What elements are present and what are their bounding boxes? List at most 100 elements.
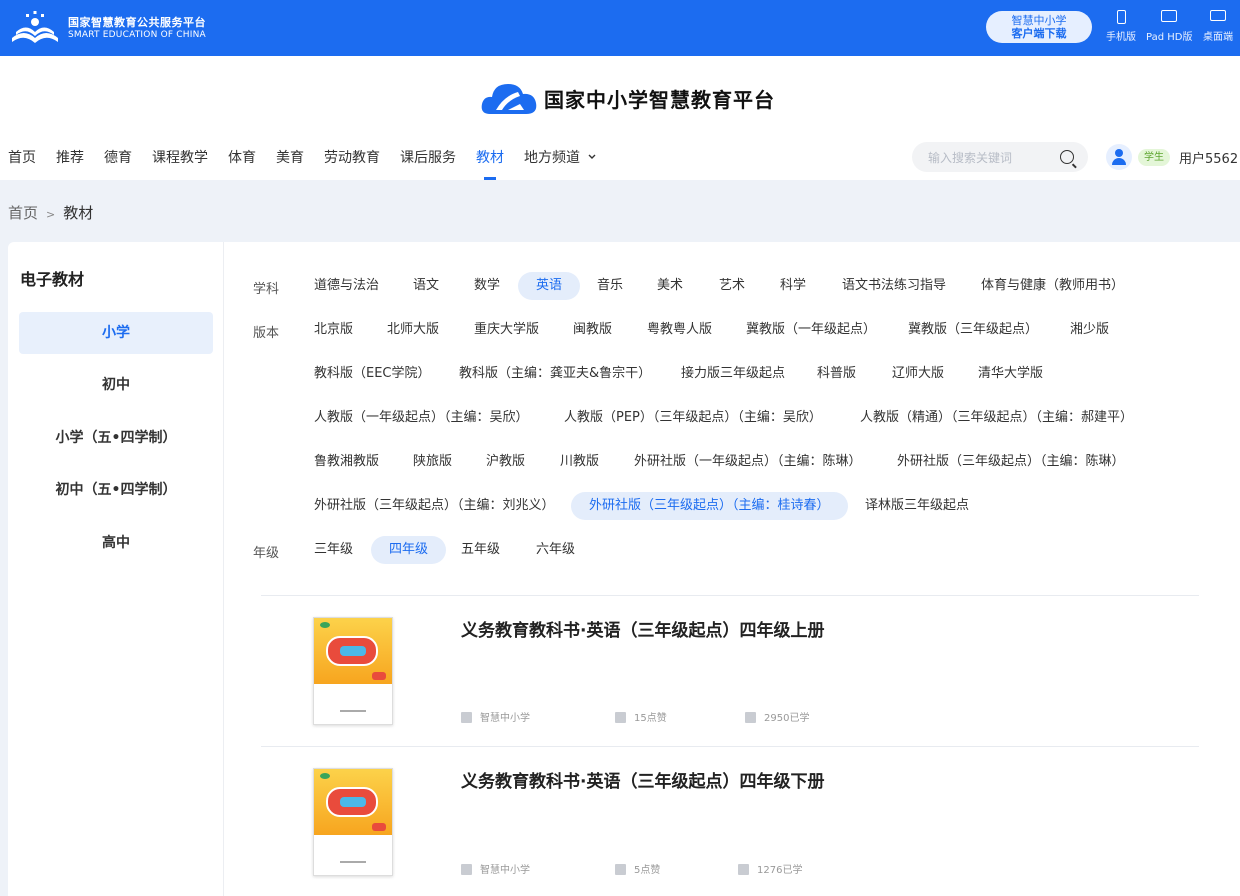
book-title[interactable]: 义务教育教科书·英语（三年级起点）四年级下册 (461, 767, 824, 792)
edition-chip[interactable]: 教科版（EEC学院） (314, 360, 431, 388)
subject-chip[interactable]: 数学 (474, 272, 500, 300)
book-title[interactable]: 义务教育教科书·英语（三年级起点）四年级上册 (461, 616, 824, 641)
header: 国家中小学智慧教育平台 首页 推荐 德育 课程教学 体育 美育 劳动教育 课后服… (0, 56, 1240, 180)
edition-chip[interactable]: 重庆大学版 (474, 316, 539, 344)
device-pad[interactable]: Pad HD版 (1146, 10, 1192, 43)
brand[interactable]: 国家中小学智慧教育平台 (480, 76, 775, 120)
subject-chip[interactable]: 音乐 (597, 272, 623, 300)
sidebar-title: 电子教材 (20, 270, 85, 289)
nav-recommend[interactable]: 推荐 (56, 144, 84, 180)
edition-chip[interactable]: 沪教版 (486, 448, 525, 476)
breadcrumb-home[interactable]: 首页 (8, 204, 38, 222)
edition-chip[interactable]: 清华大学版 (978, 360, 1043, 388)
book-cover[interactable] (313, 617, 393, 725)
subject-chip-active[interactable]: 英语 (518, 272, 581, 300)
edition-chip[interactable]: 鲁教湘教版 (314, 448, 379, 476)
nav-arts[interactable]: 美育 (276, 144, 304, 180)
org-name[interactable]: 国家智慧教育公共服务平台 SMART EDUCATION OF CHINA (68, 16, 206, 42)
like-icon (615, 864, 626, 875)
book-publisher-text: 智慧中小学 (480, 865, 530, 876)
subject-chip[interactable]: 艺术 (719, 272, 745, 300)
edition-chip[interactable]: 冀教版（三年级起点） (908, 316, 1038, 344)
edition-chip[interactable]: 湘少版 (1070, 316, 1109, 344)
breadcrumb: 首页 > 教材 (8, 202, 93, 223)
edition-chip[interactable]: 译林版三年级起点 (865, 492, 969, 520)
subject-chip[interactable]: 语文 (413, 272, 439, 300)
grade-chip-active[interactable]: 四年级 (371, 536, 447, 564)
edition-chip[interactable]: 北京版 (314, 316, 353, 344)
book-likes-text: 15点赞 (634, 713, 667, 724)
edition-chip[interactable]: 闽教版 (573, 316, 612, 344)
org-name-en: SMART EDUCATION OF CHINA (68, 30, 206, 40)
nav-sports[interactable]: 体育 (228, 144, 256, 180)
nav-labor[interactable]: 劳动教育 (324, 144, 380, 180)
edition-chip[interactable]: 冀教版（一年级起点） (746, 316, 876, 344)
edition-chip[interactable]: 陕旅版 (413, 448, 452, 476)
edition-chip[interactable]: 外研社版（一年级起点）（主编：陈琳） (634, 448, 862, 476)
edition-chip[interactable]: 人教版（PEP）（三年级起点）（主编：吴欣） (564, 404, 822, 432)
edition-chip[interactable]: 粤教粤人版 (647, 316, 712, 344)
nav-afterschool[interactable]: 课后服务 (400, 144, 456, 180)
book-likes: 15点赞 (615, 709, 667, 724)
grade-chip[interactable]: 五年级 (461, 536, 500, 564)
edition-chip-active[interactable]: 外研社版（三年级起点）（主编：桂诗春） (571, 492, 848, 520)
edition-chip[interactable]: 接力版三年级起点 (681, 360, 785, 388)
subject-chip[interactable]: 科学 (780, 272, 806, 300)
book-cover[interactable] (313, 768, 393, 876)
grade-chip[interactable]: 三年级 (314, 536, 353, 564)
nav-textbook[interactable]: 教材 (476, 144, 504, 180)
book-logo-icon[interactable] (8, 10, 62, 46)
device-desktop[interactable]: 桌面端 (1203, 10, 1233, 43)
device-phone[interactable]: 手机版 (1106, 10, 1136, 43)
subject-chip[interactable]: 语文书法练习指导 (842, 272, 946, 300)
learned-icon (745, 712, 756, 723)
subject-label: 学科 (253, 282, 280, 297)
nav-moral[interactable]: 德育 (104, 144, 132, 180)
download-line2: 客户端下载 (1011, 27, 1067, 40)
sidebar-item-primary[interactable]: 小学 (19, 312, 213, 354)
role-badge: 学生 (1138, 149, 1170, 166)
book-learners-text: 1276已学 (757, 865, 803, 876)
book-learners-text: 2950已学 (764, 713, 810, 724)
nav-course[interactable]: 课程教学 (152, 144, 208, 180)
username[interactable]: 用户5562 (1179, 148, 1238, 167)
sidebar-item-junior-54[interactable]: 初中（五•四学制） (19, 469, 213, 511)
edition-chip[interactable]: 人教版（一年级起点）（主编：吴欣） (314, 404, 529, 432)
sidebar-item-primary-54[interactable]: 小学（五•四学制） (19, 417, 213, 459)
search-placeholder: 输入搜索关键词 (928, 151, 1013, 165)
grade-chip[interactable]: 六年级 (536, 536, 575, 564)
edition-label: 版本 (253, 326, 280, 341)
download-line1: 智慧中小学 (1011, 14, 1067, 27)
subject-chip[interactable]: 美术 (657, 272, 683, 300)
book-publisher: 智慧中小学 (461, 861, 530, 876)
top-bar: 国家智慧教育公共服务平台 SMART EDUCATION OF CHINA 智慧… (0, 0, 1240, 56)
subject-chip[interactable]: 体育与健康（教师用书） (981, 272, 1124, 300)
search-icon[interactable] (1060, 150, 1074, 164)
book-likes: 5点赞 (615, 861, 660, 876)
grade-label: 年级 (253, 546, 280, 561)
subject-chip[interactable]: 道德与法治 (314, 272, 379, 300)
phone-icon (1116, 10, 1126, 24)
nav-home[interactable]: 首页 (8, 144, 36, 180)
sidebar-item-junior[interactable]: 初中 (19, 364, 213, 406)
nav-local[interactable]: 地方频道 (524, 144, 597, 180)
edition-chip[interactable]: 人教版（精通）（三年级起点）（主编：郝建平） (860, 404, 1133, 432)
device-phone-label: 手机版 (1106, 32, 1136, 43)
edition-chip[interactable]: 教科版（主编：龚亚夫&鲁宗干） (459, 360, 651, 388)
nav-local-label: 地方频道 (524, 150, 580, 166)
edition-chip[interactable]: 外研社版（三年级起点）（主编：陈琳） (897, 448, 1125, 476)
edition-chip[interactable]: 北师大版 (387, 316, 439, 344)
client-download-button[interactable]: 智慧中小学 客户端下载 (986, 11, 1092, 43)
desktop-icon (1210, 10, 1226, 21)
search-input[interactable]: 输入搜索关键词 (912, 142, 1088, 172)
book-publisher-text: 智慧中小学 (480, 713, 530, 724)
user-icon[interactable] (1106, 144, 1132, 170)
edition-chip[interactable]: 川教版 (560, 448, 599, 476)
book-learners: 1276已学 (738, 861, 802, 876)
edition-chip[interactable]: 外研社版（三年级起点）（主编：刘兆义） (314, 492, 555, 520)
main-nav: 首页 推荐 德育 课程教学 体育 美育 劳动教育 课后服务 教材 地方频道 (8, 144, 617, 180)
edition-chip[interactable]: 科普版 (817, 360, 856, 388)
edition-chip[interactable]: 辽师大版 (892, 360, 944, 388)
sidebar-item-senior[interactable]: 高中 (19, 522, 213, 564)
breadcrumb-separator: > (46, 208, 56, 221)
